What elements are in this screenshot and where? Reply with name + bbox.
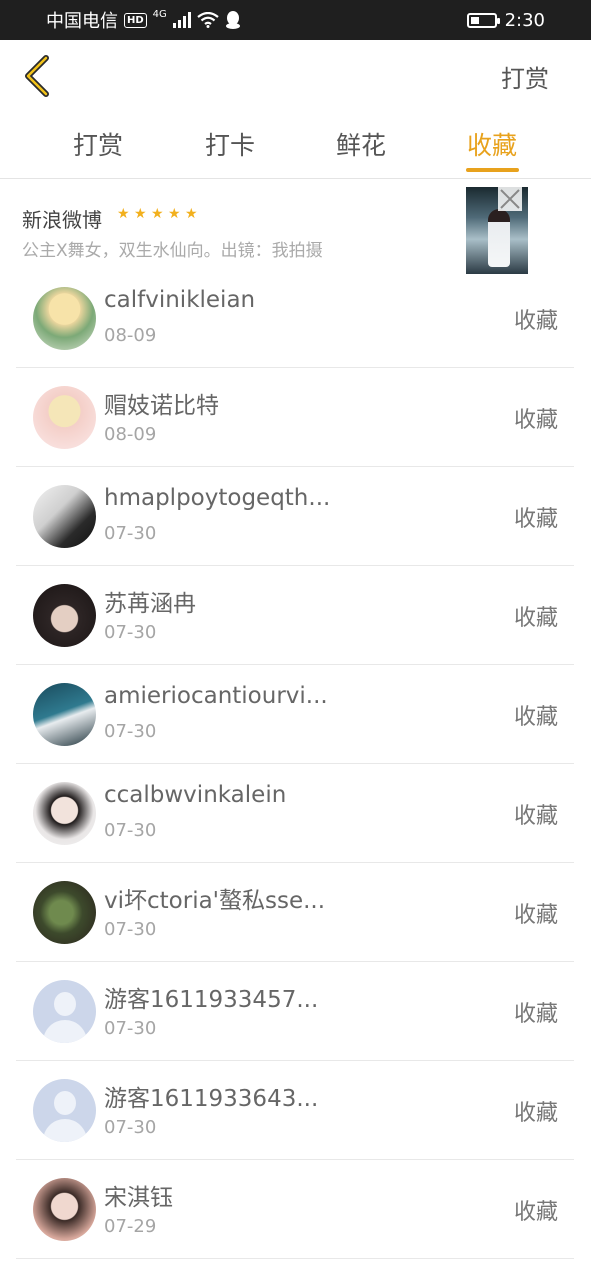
favorite-date: 07-30 xyxy=(104,919,157,940)
active-tab-indicator xyxy=(466,168,519,172)
close-icon[interactable] xyxy=(498,187,522,211)
favorite-button[interactable]: 收藏 xyxy=(514,303,558,335)
user-name: calfvinikleian xyxy=(104,287,256,313)
default-avatar[interactable] xyxy=(33,1079,96,1142)
favorite-date: 08-09 xyxy=(104,325,157,346)
tab-reward[interactable]: 打赏 xyxy=(48,126,148,162)
list-item[interactable]: ccalbwvinkalein 07-30 收藏 xyxy=(16,764,574,863)
avatar[interactable] xyxy=(33,683,96,746)
user-name: ccalbwvinkalein xyxy=(104,782,287,808)
favorite-date: 07-30 xyxy=(104,721,157,742)
signal-icon xyxy=(172,12,191,28)
favorite-button[interactable]: 收藏 xyxy=(514,501,558,533)
qq-icon xyxy=(225,11,240,29)
tab-favorites[interactable]: 收藏 xyxy=(442,126,542,162)
favorite-date: 07-29 xyxy=(104,1216,157,1237)
favorite-button[interactable]: 收藏 xyxy=(514,1095,558,1127)
avatar[interactable] xyxy=(33,386,96,449)
chevron-left-icon xyxy=(25,55,49,97)
favorite-date: 07-30 xyxy=(104,820,157,841)
rating-stars: ★ ★ ★ ★ ★ xyxy=(117,206,198,222)
back-button[interactable] xyxy=(22,54,62,98)
user-name: 游客1611933643... xyxy=(104,1086,319,1112)
list-item[interactable]: 宋淇钰 07-29 收藏 xyxy=(16,1160,574,1259)
user-name: 宋淇钰 xyxy=(104,1185,173,1211)
ad-title: 新浪微博 xyxy=(22,208,102,232)
list-item[interactable]: calfvinikleian 08-09 收藏 xyxy=(16,269,574,368)
carrier-label: 中国电信 xyxy=(46,11,118,32)
network-type: 4G xyxy=(152,8,167,20)
user-name: amieriocantiourvi... xyxy=(104,683,328,709)
battery-icon xyxy=(466,12,500,28)
favorite-button[interactable]: 收藏 xyxy=(514,897,558,929)
user-name: 赗妓诺比特 xyxy=(104,393,219,419)
favorite-button[interactable]: 收藏 xyxy=(514,699,558,731)
list-item[interactable]: 游客1611933457... 07-30 收藏 xyxy=(16,962,574,1061)
header: 打赏 xyxy=(0,40,591,112)
list-item[interactable]: hmaplpoytogeqth... 07-30 收藏 xyxy=(16,467,574,566)
default-avatar[interactable] xyxy=(33,980,96,1043)
avatar[interactable] xyxy=(33,782,96,845)
user-name: vi坏ctoria'螯私sse... xyxy=(104,888,326,914)
ad-description: 公主X舞女，双生水仙向。出镜：我拍摄 xyxy=(22,241,323,261)
list-item[interactable]: amieriocantiourvi... 07-30 收藏 xyxy=(16,665,574,764)
tab-checkin[interactable]: 打卡 xyxy=(180,126,280,162)
clock: 2:30 xyxy=(504,9,545,31)
avatar[interactable] xyxy=(33,881,96,944)
favorite-date: 07-30 xyxy=(104,1018,157,1039)
user-name: 游客1611933457... xyxy=(104,987,319,1013)
favorites-list: calfvinikleian 08-09 收藏 赗妓诺比特 08-09 收藏 h… xyxy=(16,269,574,1259)
reward-button[interactable]: 打赏 xyxy=(501,59,549,94)
hd-badge: HD xyxy=(124,12,147,28)
tab-bar: 打赏 打卡 鲜花 收藏 xyxy=(0,112,591,179)
favorite-date: 07-30 xyxy=(104,622,157,643)
avatar[interactable] xyxy=(33,584,96,647)
favorite-button[interactable]: 收藏 xyxy=(514,402,558,434)
list-item[interactable]: 苏苒涵冉 07-30 收藏 xyxy=(16,566,574,665)
tab-flowers[interactable]: 鲜花 xyxy=(311,126,411,162)
favorite-button[interactable]: 收藏 xyxy=(514,798,558,830)
favorite-button[interactable]: 收藏 xyxy=(514,600,558,632)
favorite-button[interactable]: 收藏 xyxy=(514,1194,558,1226)
wifi-icon xyxy=(197,12,219,28)
avatar[interactable] xyxy=(33,485,96,548)
list-item[interactable]: vi坏ctoria'螯私sse... 07-30 收藏 xyxy=(16,863,574,962)
status-bar: 中国电信 HD 4G 2:30 xyxy=(0,0,591,40)
avatar[interactable] xyxy=(33,287,96,350)
favorite-button[interactable]: 收藏 xyxy=(514,996,558,1028)
favorite-date: 07-30 xyxy=(104,523,157,544)
favorite-date: 07-30 xyxy=(104,1117,157,1138)
user-name: hmaplpoytogeqth... xyxy=(104,485,331,511)
avatar[interactable] xyxy=(33,1178,96,1241)
list-item[interactable]: 赗妓诺比特 08-09 收藏 xyxy=(16,368,574,467)
favorite-date: 08-09 xyxy=(104,424,157,445)
user-name: 苏苒涵冉 xyxy=(104,591,196,617)
list-item[interactable]: 游客1611933643... 07-30 收藏 xyxy=(16,1061,574,1160)
